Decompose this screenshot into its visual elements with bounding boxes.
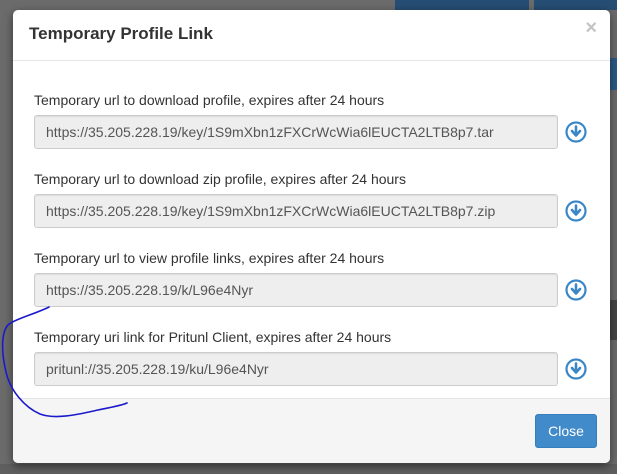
background-navbar-segment xyxy=(534,0,617,10)
pritunl-client-link-field: Temporary uri link for Pritunl Client, e… xyxy=(34,328,594,386)
profile-tar-url-input[interactable] xyxy=(34,115,558,149)
modal-title: Temporary Profile Link xyxy=(29,24,213,43)
close-icon[interactable]: × xyxy=(585,18,597,38)
profile-zip-url-input[interactable] xyxy=(34,194,558,228)
download-circle-icon[interactable] xyxy=(565,279,587,301)
profile-tar-link-field: Temporary url to download profile, expir… xyxy=(34,91,594,149)
field-label: Temporary url to view profile links, exp… xyxy=(34,250,385,266)
field-label: Temporary url to download zip profile, e… xyxy=(34,171,406,187)
background-button-edge xyxy=(610,58,617,90)
modal-footer: Close xyxy=(13,398,610,463)
profile-zip-link-field: Temporary url to download zip profile, e… xyxy=(34,170,594,228)
temporary-profile-link-modal: Temporary Profile Link × Temporary url t… xyxy=(13,10,610,463)
close-button[interactable]: Close xyxy=(535,414,597,448)
field-label: Temporary uri link for Pritunl Client, e… xyxy=(34,329,392,345)
pritunl-client-url-input[interactable] xyxy=(34,352,558,386)
modal-header: Temporary Profile Link × xyxy=(13,10,610,61)
profile-view-url-input[interactable] xyxy=(34,273,558,307)
modal-backdrop xyxy=(0,464,617,474)
download-circle-icon[interactable] xyxy=(565,358,587,380)
field-label: Temporary url to download profile, expir… xyxy=(34,92,385,108)
background-navbar-segment xyxy=(395,0,529,10)
download-circle-icon[interactable] xyxy=(565,121,587,143)
background-panel-edge xyxy=(610,300,617,340)
download-circle-icon[interactable] xyxy=(565,200,587,222)
profile-view-link-field: Temporary url to view profile links, exp… xyxy=(34,249,594,307)
